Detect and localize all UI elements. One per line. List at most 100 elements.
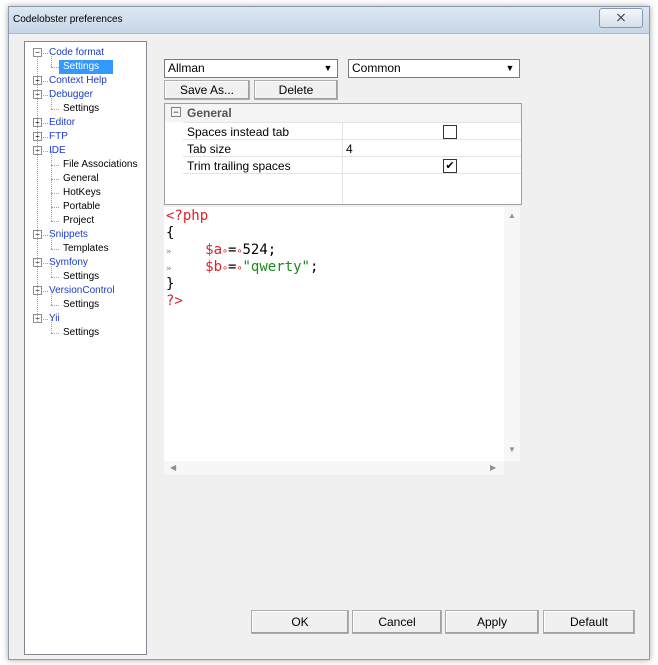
tree-label: Settings bbox=[63, 103, 100, 114]
tree-connector bbox=[51, 165, 52, 179]
property-row[interactable]: Tab size 4 bbox=[183, 139, 521, 157]
tree-node[interactable]: − Snippets bbox=[25, 228, 146, 242]
close-button[interactable]: ⨯ bbox=[599, 8, 643, 28]
code-line: <?php bbox=[166, 208, 209, 224]
tree-label: File Associations bbox=[63, 159, 138, 170]
tree-label: Editor bbox=[49, 117, 76, 128]
code-preview[interactable]: <?php { » $a∘=∘524; » $b∘=∘"qwerty"; } ?… bbox=[164, 207, 520, 475]
apply-button[interactable]: Apply bbox=[445, 610, 539, 634]
property-row[interactable]: Trim trailing spaces ✔ bbox=[183, 156, 521, 174]
tree-leaf[interactable]: Settings bbox=[25, 319, 146, 340]
tree-label: HotKeys bbox=[63, 187, 101, 198]
tree-connector bbox=[51, 277, 59, 278]
tree-connector bbox=[51, 67, 59, 68]
tree-node[interactable]: − Yii bbox=[25, 312, 146, 326]
tree-connector bbox=[43, 291, 48, 292]
tree-connector bbox=[51, 263, 52, 277]
code-line: ?> bbox=[166, 293, 183, 309]
tree-node[interactable]: + Context Help bbox=[25, 74, 146, 88]
property-label: Tab size bbox=[187, 142, 232, 156]
style-select-value: Allman bbox=[168, 61, 205, 75]
default-button[interactable]: Default bbox=[543, 610, 635, 634]
property-row[interactable]: Spaces instead tab bbox=[183, 122, 521, 140]
tree-node[interactable]: − IDE bbox=[25, 144, 146, 158]
tree-node[interactable]: − Debugger bbox=[25, 88, 146, 102]
collapse-icon[interactable]: − bbox=[171, 107, 181, 117]
scroll-right-icon[interactable]: ▶ bbox=[490, 463, 496, 472]
tree-connector bbox=[51, 95, 52, 109]
tab-size-value[interactable]: 4 bbox=[346, 142, 353, 156]
tree-leaf[interactable]: Project bbox=[25, 207, 146, 228]
tree-connector bbox=[51, 179, 59, 180]
scroll-left-icon[interactable]: ◀ bbox=[170, 463, 176, 472]
tree-leaf[interactable]: HotKeys bbox=[25, 179, 146, 200]
scroll-down-icon[interactable]: ▼ bbox=[508, 445, 516, 454]
tree-label: Debugger bbox=[49, 89, 93, 100]
tree-connector bbox=[51, 305, 59, 306]
tree-connector bbox=[43, 137, 48, 138]
tree-connector bbox=[51, 207, 59, 208]
tree-leaf[interactable]: Settings bbox=[25, 95, 146, 116]
column-divider bbox=[342, 122, 343, 204]
tree-label: Settings bbox=[63, 271, 100, 282]
tree-label: Code format bbox=[49, 47, 105, 58]
tree-connector bbox=[51, 291, 52, 305]
tree-connector bbox=[43, 95, 48, 96]
tree-connector bbox=[51, 193, 59, 194]
code-line: } bbox=[166, 276, 175, 292]
chevron-down-icon[interactable]: ▼ bbox=[503, 62, 517, 74]
tree-leaf[interactable]: Settings bbox=[25, 263, 146, 284]
tree-connector bbox=[51, 207, 52, 221]
code-line: » $a∘=∘524; bbox=[166, 242, 277, 258]
tree-leaf[interactable]: Settings bbox=[25, 291, 146, 312]
tree-leaf[interactable]: Portable bbox=[25, 193, 146, 214]
tree-label: Templates bbox=[63, 243, 109, 254]
ok-button[interactable]: OK bbox=[251, 610, 349, 634]
tree-node[interactable]: + FTP bbox=[25, 130, 146, 144]
tree-label: Settings bbox=[59, 60, 114, 74]
spaces-instead-tab-checkbox[interactable] bbox=[443, 125, 457, 139]
horizontal-scrollbar[interactable]: ◀ ▶ bbox=[164, 461, 504, 475]
tree-leaf[interactable]: Templates bbox=[25, 235, 146, 256]
tree-connector bbox=[43, 263, 48, 264]
window-title: Codelobster preferences bbox=[13, 14, 123, 25]
scope-select[interactable]: Common ▼ bbox=[348, 59, 520, 78]
category-row[interactable]: − General bbox=[165, 104, 521, 122]
tree-connector bbox=[37, 56, 38, 322]
preferences-window: Codelobster preferences ⨯ − Code format Se… bbox=[8, 6, 650, 660]
scroll-up-icon[interactable]: ▲ bbox=[508, 211, 516, 220]
property-grid: − General Spaces instead tab Tab size 4 … bbox=[164, 103, 522, 205]
style-select[interactable]: Allman ▼ bbox=[164, 59, 338, 78]
tree-label: Context Help bbox=[49, 75, 107, 86]
tree-connector bbox=[51, 319, 52, 333]
property-row-empty bbox=[183, 173, 521, 191]
settings-tree[interactable]: − Code format Settings + Context Help − Debugg… bbox=[24, 41, 147, 655]
tree-connector bbox=[51, 109, 59, 110]
category-name: General bbox=[187, 106, 232, 120]
tree-label: Project bbox=[63, 215, 95, 226]
tree-label: FTP bbox=[49, 131, 68, 142]
delete-button[interactable]: Delete bbox=[254, 80, 338, 100]
tree-node[interactable]: − Code format bbox=[25, 46, 146, 60]
tree-leaf[interactable]: File Associations bbox=[25, 151, 146, 172]
chevron-down-icon[interactable]: ▼ bbox=[321, 62, 335, 74]
save-as-button[interactable]: Save As... bbox=[164, 80, 250, 100]
property-label: Spaces instead tab bbox=[187, 125, 290, 139]
tree-label: Settings bbox=[63, 327, 100, 338]
cancel-button[interactable]: Cancel bbox=[352, 610, 442, 634]
tree-node[interactable]: − Symfony bbox=[25, 256, 146, 270]
tree-node[interactable]: + Editor bbox=[25, 116, 146, 130]
vertical-scrollbar[interactable]: ▲ ▼ bbox=[504, 207, 520, 461]
close-icon: ⨯ bbox=[615, 9, 627, 25]
tree-node[interactable]: − VersionControl bbox=[25, 284, 146, 298]
tree-connector bbox=[51, 193, 52, 207]
tree-connector bbox=[43, 151, 48, 152]
tree-connector bbox=[51, 179, 52, 193]
tree-connector bbox=[51, 249, 59, 250]
check-icon: ✔ bbox=[445, 160, 455, 172]
tree-leaf[interactable]: Settings bbox=[25, 53, 146, 74]
trim-trailing-spaces-checkbox[interactable]: ✔ bbox=[443, 159, 457, 173]
code-line: » $b∘=∘"qwerty"; bbox=[166, 259, 319, 275]
tree-connector bbox=[51, 151, 52, 165]
tree-leaf[interactable]: General bbox=[25, 165, 146, 186]
